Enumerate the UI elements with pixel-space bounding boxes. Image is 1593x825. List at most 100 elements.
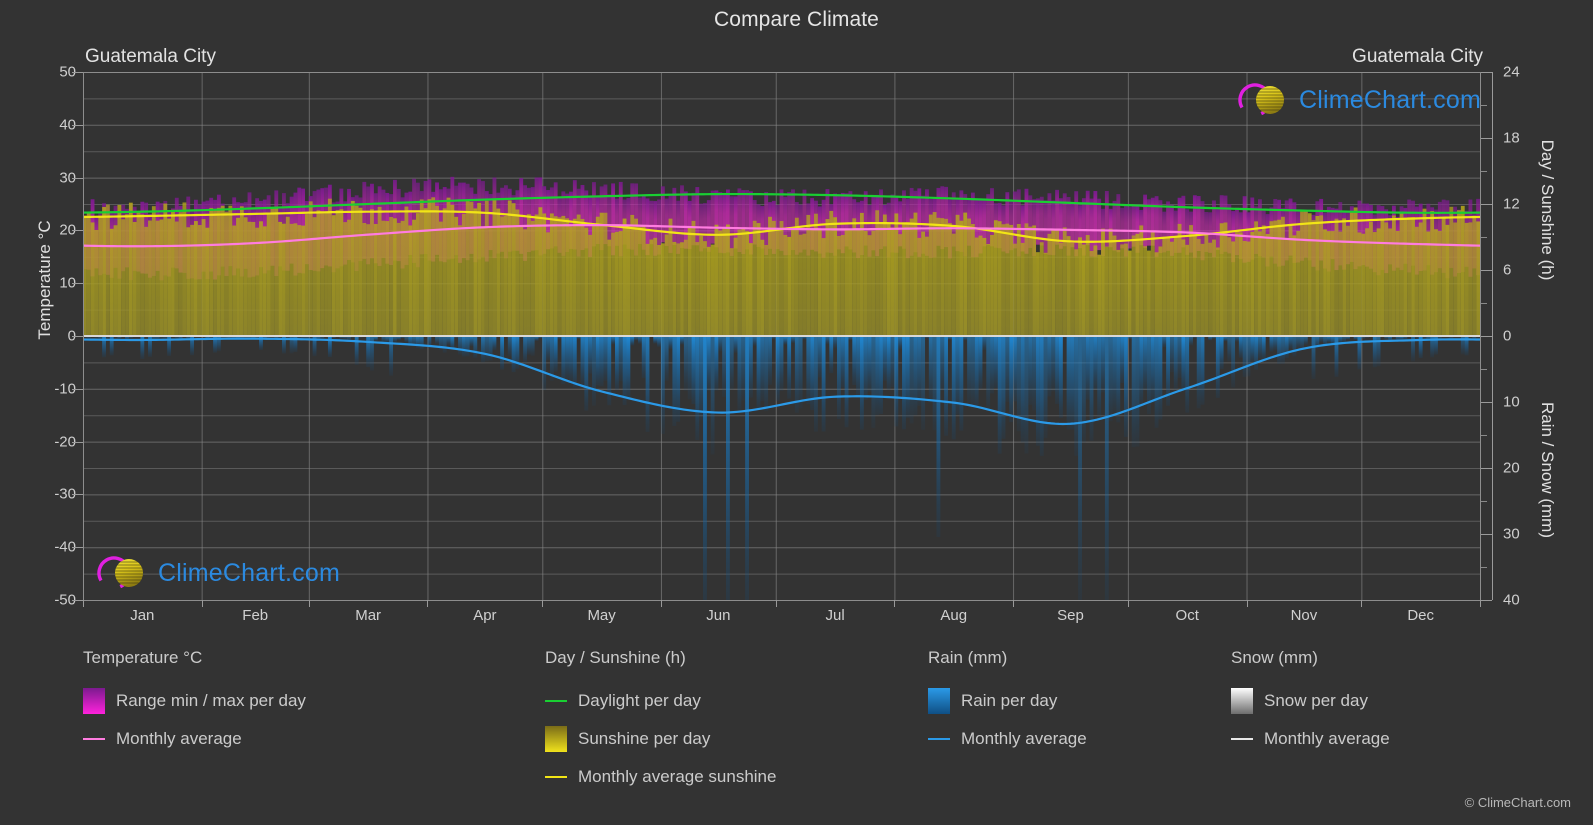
- x-tick-mark: [1480, 600, 1481, 607]
- y-tick-label-rain-snow: 30: [1503, 525, 1520, 543]
- y-tick-mark-right: [1481, 534, 1492, 535]
- y-tick-mark-left: [72, 178, 83, 179]
- watermark-text: ClimeChart.com: [158, 558, 340, 587]
- y-tick-label-day-sunshine: 6: [1503, 261, 1512, 279]
- x-tick-mark: [1361, 600, 1362, 607]
- legend-item[interactable]: Monthly average: [928, 720, 1087, 758]
- city-label-left: Guatemala City: [85, 46, 216, 67]
- y-tick-mark-left: [72, 72, 83, 73]
- y-tick-label-day-sunshine: 12: [1503, 195, 1520, 213]
- copyright-text: © ClimeChart.com: [1464, 795, 1571, 810]
- x-tick-label-feb: Feb: [242, 607, 269, 624]
- x-tick-label-mar: Mar: [355, 607, 382, 624]
- x-tick-mark: [894, 600, 895, 607]
- y-tick-mark-right-minor: [1481, 501, 1487, 502]
- legend-item-label: Monthly average: [961, 729, 1087, 748]
- legend-swatch-icon: [545, 726, 567, 752]
- x-tick-label-jun: Jun: [706, 607, 731, 624]
- legend-line-icon: [545, 688, 567, 714]
- legend-line-icon: [1231, 726, 1253, 752]
- watermark-bottom-left: ClimeChart.com: [92, 551, 340, 595]
- x-tick-label-dec: Dec: [1407, 607, 1435, 624]
- y-tick-label-rain-snow: 40: [1503, 591, 1520, 609]
- axis-title-temperature: Temperature °C: [35, 220, 54, 340]
- x-tick-label-sep: Sep: [1057, 607, 1084, 624]
- legend-item-label: Sunshine per day: [578, 729, 711, 748]
- y-tick-mark-left: [72, 547, 83, 548]
- y-tick-mark-left: [72, 494, 83, 495]
- y-tick-mark-right: [1481, 402, 1492, 403]
- legend-item[interactable]: Snow per day: [1231, 682, 1390, 720]
- y-tick-label-day-sunshine: 0: [1503, 327, 1512, 345]
- x-tick-mark: [1247, 600, 1248, 607]
- x-tick-label-may: May: [587, 607, 616, 624]
- y-tick-label-day-sunshine: 24: [1503, 63, 1520, 81]
- legend-item[interactable]: Rain per day: [928, 682, 1087, 720]
- x-tick-mark: [661, 600, 662, 607]
- x-tick-label-oct: Oct: [1175, 607, 1199, 624]
- x-tick-label-jul: Jul: [825, 607, 845, 624]
- y-tick-mark-right-minor: [1481, 369, 1487, 370]
- legend-item[interactable]: Monthly average: [1231, 720, 1390, 758]
- y-tick-mark-right: [1481, 72, 1492, 73]
- legend-heading-day-sunshine: Day / Sunshine (h): [545, 648, 686, 667]
- right-axis-spine: [1492, 72, 1493, 600]
- x-tick-label-aug: Aug: [940, 607, 968, 624]
- x-tick-mark: [309, 600, 310, 607]
- legend-item[interactable]: Daylight per day: [545, 682, 776, 720]
- legend-swatch-icon: [1231, 688, 1253, 714]
- legend-heading-temperature: Temperature °C: [83, 648, 203, 667]
- x-tick-mark: [83, 600, 84, 607]
- climechart-logo-icon: [97, 556, 143, 590]
- legend-item-label: Daylight per day: [578, 691, 701, 710]
- legend-item[interactable]: Sunshine per day: [545, 720, 776, 758]
- x-tick-mark: [1128, 600, 1129, 607]
- y-tick-mark-right: [1481, 138, 1492, 139]
- legend-heading-snow: Snow (mm): [1231, 648, 1318, 667]
- y-tick-mark-right: [1481, 600, 1492, 601]
- plot-area: [83, 72, 1480, 600]
- climechart-logo-icon: [1238, 83, 1284, 117]
- x-tick-mark: [776, 600, 777, 607]
- axis-title-rain-snow: Rain / Snow (mm): [1538, 401, 1557, 539]
- x-tick-label-nov: Nov: [1290, 607, 1318, 624]
- legend-heading-rain: Rain (mm): [928, 648, 1008, 667]
- legend-item[interactable]: Monthly average sunshine: [545, 758, 776, 796]
- plot-border-left: [83, 72, 84, 600]
- legend-swatch-icon: [928, 688, 950, 714]
- legend-item-label: Monthly average: [116, 729, 242, 748]
- page-title: Compare Climate: [714, 8, 879, 31]
- axis-title-day-sunshine: Day / Sunshine (h): [1538, 139, 1557, 281]
- legend-item-label: Snow per day: [1264, 691, 1368, 710]
- x-tick-label-apr: Apr: [473, 607, 497, 624]
- legend-item[interactable]: Monthly average: [83, 720, 306, 758]
- y-tick-mark-right-minor: [1481, 303, 1487, 304]
- y-tick-mark-left: [72, 600, 83, 601]
- legend-group-snow: Snow (mm) Snow per day Monthly average: [1231, 648, 1390, 758]
- y-tick-mark-right: [1481, 468, 1492, 469]
- legend-line-icon: [545, 764, 567, 790]
- y-tick-mark-left: [72, 442, 83, 443]
- y-tick-mark-right-minor: [1481, 105, 1487, 106]
- legend-item-label: Monthly average: [1264, 729, 1390, 748]
- plot-border-top: [83, 72, 1481, 73]
- y-tick-mark-left: [72, 283, 83, 284]
- legend-group-day-sunshine: Day / Sunshine (h) Daylight per day Sunshi…: [545, 648, 776, 796]
- y-tick-label-day-sunshine: 18: [1503, 129, 1520, 147]
- legend: Temperature °C Range min / max per day Mon…: [83, 648, 1583, 818]
- legend-swatch-icon: [83, 688, 105, 714]
- x-tick-label-jan: Jan: [130, 607, 155, 624]
- legend-group-rain: Rain (mm) Rain per day Monthly average: [928, 648, 1087, 758]
- legend-item[interactable]: Range min / max per day: [83, 682, 306, 720]
- y-tick-label-rain-snow: 20: [1503, 459, 1520, 477]
- watermark-top-right: ClimeChart.com: [1233, 78, 1481, 122]
- legend-line-icon: [83, 726, 105, 752]
- city-label-right: Guatemala City: [1352, 46, 1483, 67]
- x-tick-mark: [1013, 600, 1014, 607]
- legend-item-label: Monthly average sunshine: [578, 767, 777, 786]
- y-tick-mark-left: [72, 230, 83, 231]
- y-tick-mark-right: [1481, 204, 1492, 205]
- x-tick-mark: [542, 600, 543, 607]
- y-tick-mark-left: [72, 125, 83, 126]
- x-tick-mark: [202, 600, 203, 607]
